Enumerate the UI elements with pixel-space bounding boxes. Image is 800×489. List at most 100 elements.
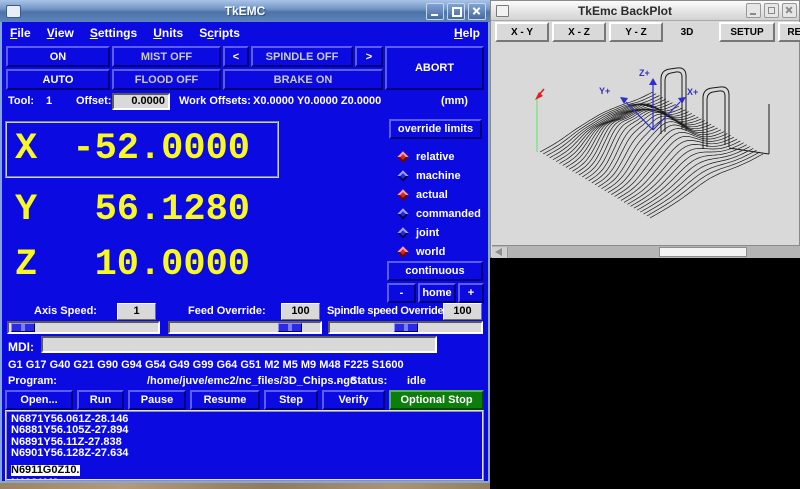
spindle-override-slider[interactable] (328, 321, 483, 334)
menu-settings[interactable]: Settings (90, 26, 137, 40)
radio-diamond-icon (397, 246, 408, 257)
spindle-decrease-button[interactable]: < (223, 46, 249, 67)
backplot-close-button[interactable] (782, 3, 797, 18)
spindle-override-label: Spindle speed Override: (327, 305, 447, 317)
radio-relative[interactable]: relative (399, 149, 455, 165)
spindle-increase-button[interactable]: > (355, 46, 383, 67)
abort-button[interactable]: ABORT (385, 46, 484, 90)
backplot-horizontal-scrollbar[interactable] (492, 245, 800, 258)
view-xy-button[interactable]: X - Y (495, 22, 549, 42)
axis-z-display[interactable]: Z 10.0000 (5, 241, 250, 289)
tool-value: 1 (46, 95, 52, 107)
backplot-window: TkEmc BackPlot X - Y X - Z Y - Z 3D SETU… (490, 0, 800, 258)
jog-minus-button[interactable]: - (387, 283, 416, 303)
axis-speed-slider-handle[interactable] (11, 323, 35, 332)
axis-speed-value: 1 (117, 303, 156, 320)
spindle-button[interactable]: SPINDLE OFF (251, 46, 353, 67)
radio-joint[interactable]: joint (399, 225, 439, 241)
program-path: /home/juve/emc2/nc_files/3D_Chips.ngc (147, 375, 356, 387)
axis-z-value: 10.0000 (95, 244, 250, 286)
radio-commanded[interactable]: commanded (399, 206, 481, 222)
backplot-window-title: TkEmc BackPlot (491, 4, 759, 18)
axis-y-display[interactable]: Y 56.1280 (5, 186, 250, 234)
setup-button[interactable]: SETUP (719, 22, 775, 42)
open-button[interactable]: Open... (5, 390, 73, 410)
minimize-icon (431, 14, 438, 16)
program-line: N6901Y56.128Z-27.634 (11, 448, 482, 459)
view-xz-button[interactable]: X - Z (552, 22, 606, 42)
maximize-button[interactable] (447, 3, 465, 20)
offset-label: Offset: (76, 95, 111, 107)
minimize-button[interactable] (426, 3, 444, 20)
menu-bar: File View Settings Units Scripts Help (2, 23, 488, 43)
optional-stop-button[interactable]: Optional Stop (389, 390, 484, 410)
view-yz-button[interactable]: Y - Z (609, 22, 663, 42)
scroll-left-button[interactable] (492, 247, 508, 258)
menu-file[interactable]: File (10, 26, 31, 40)
step-button[interactable]: Step (264, 390, 318, 410)
mode-auto-button[interactable]: AUTO (6, 69, 110, 90)
home-button[interactable]: home (418, 283, 456, 303)
radio-diamond-icon (397, 227, 408, 238)
radio-diamond-icon (397, 189, 408, 200)
feed-override-value: 100 (281, 303, 320, 320)
title-bar[interactable]: TkEMC (0, 0, 490, 22)
axis-speed-slider[interactable] (7, 321, 160, 334)
run-button[interactable]: Run (77, 390, 124, 410)
pause-button[interactable]: Pause (128, 390, 186, 410)
active-gcodes: G1 G17 G40 G21 G90 G94 G54 G49 G99 G64 G… (8, 359, 404, 371)
axis-speed-label: Axis Speed: (34, 305, 97, 317)
backplot-canvas: Z+Y+X+ (492, 42, 798, 245)
menu-scripts[interactable]: Scripts (199, 26, 240, 40)
resume-button[interactable]: Resume (190, 390, 260, 410)
radio-diamond-icon (397, 208, 408, 219)
offset-input[interactable]: 0.0000 (112, 93, 170, 110)
radio-machine[interactable]: machine (399, 168, 461, 184)
flood-button[interactable]: FLOOD OFF (112, 69, 221, 90)
z-axis-label: Z+ (639, 68, 650, 78)
work-offsets-value: X0.0000 Y0.0000 Z0.0000 (253, 95, 381, 107)
units-label: (mm) (441, 95, 468, 107)
reset-button[interactable]: RESET (778, 22, 800, 42)
desktop-background (0, 483, 490, 489)
radio-diamond-icon (397, 170, 408, 181)
scrollbar-thumb[interactable] (659, 247, 747, 257)
axis-x-display[interactable]: X -52.0000 (5, 124, 250, 174)
tool-label: Tool: (8, 95, 34, 107)
minimize-icon (750, 13, 756, 15)
radio-world[interactable]: world (399, 244, 445, 260)
brake-button[interactable]: BRAKE ON (223, 69, 383, 90)
view-3d-button[interactable]: 3D (673, 22, 701, 42)
feed-override-label: Feed Override: (188, 305, 266, 317)
axis-y-value: 56.1280 (95, 189, 250, 231)
close-button[interactable] (468, 3, 486, 20)
feed-override-slider-handle[interactable] (278, 323, 302, 332)
status-value: idle (407, 375, 426, 387)
axis-z-letter: Z (15, 244, 37, 286)
radio-actual[interactable]: actual (399, 187, 448, 203)
backplot-title-bar[interactable]: TkEmc BackPlot (491, 1, 799, 21)
override-limits-button[interactable]: override limits (389, 119, 482, 139)
jog-mode-button[interactable]: continuous (387, 261, 483, 281)
feed-override-slider[interactable] (168, 321, 322, 334)
program-line: N6931M9 (11, 478, 482, 481)
work-offsets-label: Work Offsets: (179, 95, 251, 107)
scroll-left-icon (495, 248, 502, 256)
verify-button[interactable]: Verify (322, 390, 385, 410)
axis-y-letter: Y (15, 189, 37, 231)
menu-view[interactable]: View (47, 26, 74, 40)
jog-plus-button[interactable]: + (458, 283, 484, 303)
mist-button[interactable]: MIST OFF (112, 46, 221, 67)
axis-x-letter: X (15, 128, 37, 170)
menu-units[interactable]: Units (153, 26, 183, 40)
backplot-maximize-button[interactable] (764, 3, 779, 18)
program-listing[interactable]: N6871Y56.061Z-28.146 N6881Y56.105Z-27.89… (5, 410, 484, 481)
spindle-override-slider-handle[interactable] (394, 323, 418, 332)
program-dash: - (337, 375, 341, 387)
mdi-input[interactable] (41, 336, 437, 353)
menu-help[interactable]: Help (454, 26, 480, 40)
mdi-label: MDI: (8, 340, 34, 354)
machine-on-button[interactable]: ON (6, 46, 110, 67)
backplot-minimize-button[interactable] (746, 3, 761, 18)
y-axis-label: Y+ (599, 86, 610, 96)
